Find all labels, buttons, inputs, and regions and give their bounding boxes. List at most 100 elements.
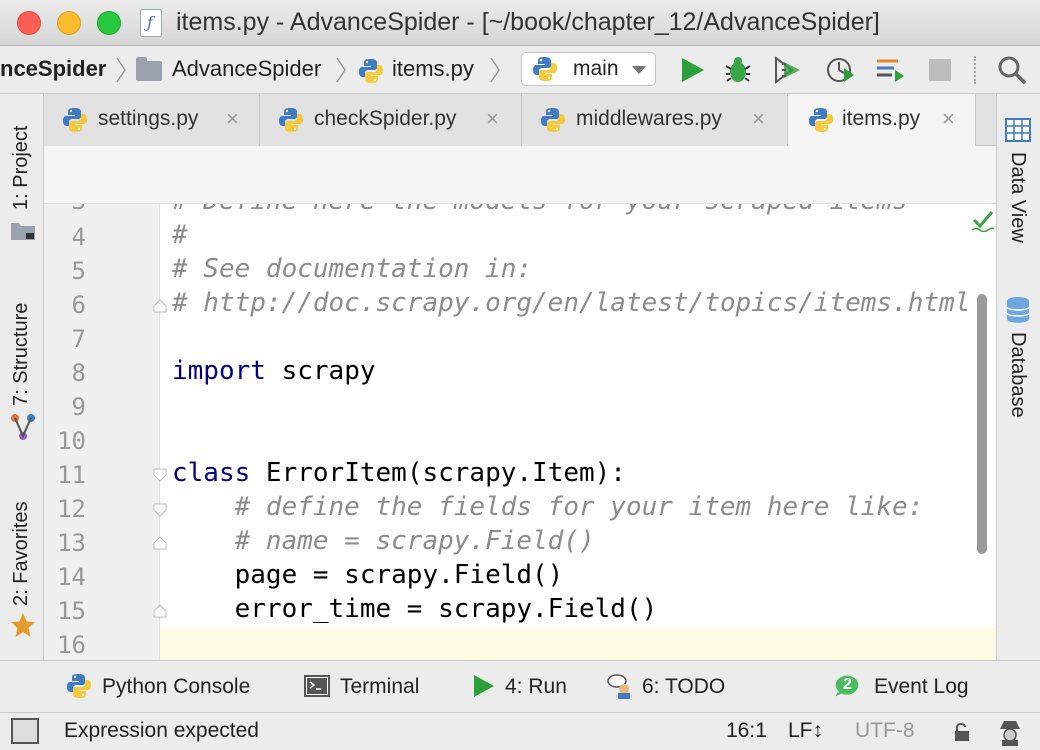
structure-tool-button[interactable]: 7: Structure [10,303,33,406]
code-text: ErrorItem(scrapy.Item): [250,458,626,488]
lock-icon[interactable] [952,721,972,743]
right-tool-window-bar: Data View Database [996,94,1040,660]
run-icon [474,675,494,697]
code-line-12: # define the fields for your item here l… [172,492,924,522]
data-view-icon [1005,118,1031,142]
left-tool-window-bar: 1: Project 7: Structure 2: Favorites [0,94,44,660]
stop-icon[interactable] [924,54,956,86]
editor-tabs: settings.py × checkSpider.py × middlewar… [44,94,996,146]
line-number: 8 [71,359,86,387]
code-editor[interactable]: 3 4 5 6 7 8 9 10 11 12 13 14 15 16 # Def… [44,204,996,660]
code-line-5: # See documentation in: [172,254,533,284]
terminal-tool-button[interactable]: Terminal [340,675,419,699]
file-icon: ƒ [140,9,162,37]
todo-tool-button[interactable]: 6: TODO [642,675,725,699]
run-configuration-label: main [573,57,619,80]
line-number: 3 [44,204,86,215]
code-line-3: # Define here the models for your scrape… [172,204,908,216]
fold-end-icon[interactable] [152,535,168,551]
status-message: Expression expected [64,719,259,742]
project-tool-button[interactable]: 1: Project [10,126,33,210]
line-number: 13 [57,529,86,557]
close-tab-icon[interactable]: × [752,106,765,132]
vertical-scrollbar[interactable] [977,294,987,554]
data-view-tool-button[interactable]: Data View [1006,152,1029,243]
python-icon [533,57,557,81]
chevron-right-icon [490,57,500,83]
breadcrumb-project[interactable]: AdvanceSpider [172,56,321,82]
folder-icon [136,57,162,81]
encoding-select[interactable]: UTF-8 [855,719,915,743]
tool-windows-toggle-icon[interactable] [10,717,40,745]
window-title: items.py - AdvanceSpider - [~/book/chapt… [176,8,880,36]
line-number: 14 [57,563,86,591]
fold-start-icon[interactable] [152,467,168,483]
close-window-button[interactable] [17,11,41,35]
chevron-down-icon [632,66,646,74]
caret-position[interactable]: 16:1 [726,719,767,743]
fold-start-icon[interactable] [152,502,168,518]
project-folder-icon [11,223,35,240]
chevron-right-icon [116,57,126,83]
line-number: 6 [71,291,86,319]
run-concurrency-icon[interactable] [874,54,906,86]
code-line-11: class ErrorItem(scrapy.Item): [172,458,626,488]
run-icon[interactable] [676,54,708,86]
tab-settings-py[interactable]: settings.py × [44,94,260,146]
python-file-icon [63,108,87,132]
line-number: 16 [57,631,86,659]
python-file-icon [541,108,565,132]
editor-breadcrumb-bar [44,146,996,204]
run-configuration-select[interactable]: main [521,52,656,86]
close-tab-icon[interactable]: × [942,106,955,132]
structure-icon [11,414,35,440]
terminal-icon [304,675,330,697]
inspection-ok-icon[interactable] [971,208,995,232]
code-line-15: error_time = scrapy.Field() [172,594,658,624]
tab-label: middlewares.py [576,107,722,130]
profile-icon[interactable] [824,54,856,86]
tab-middlewares-py[interactable]: middlewares.py × [522,94,788,146]
toolbar-divider [974,56,976,84]
event-log-tool-button[interactable]: Event Log [874,675,969,699]
todo-icon [607,674,630,699]
close-tab-icon[interactable]: × [486,106,499,132]
tab-label: checkSpider.py [314,107,457,130]
tab-items-py[interactable]: items.py × [788,94,976,146]
tab-label: items.py [842,107,921,130]
code-line-4: # [172,220,188,250]
breadcrumb-file[interactable]: items.py [392,56,474,82]
line-number: 12 [57,495,86,523]
coverage-icon[interactable] [772,54,804,86]
database-icon [1006,297,1030,323]
debug-icon[interactable] [722,54,754,86]
search-icon[interactable] [996,54,1028,86]
chevron-right-icon [336,57,346,83]
favorites-tool-button[interactable]: 2: Favorites [10,502,33,606]
keyword-class: class [172,458,251,488]
line-number: 7 [71,325,86,353]
maximize-window-button[interactable] [97,11,121,35]
run-tool-button[interactable]: 4: Run [505,675,567,699]
code-line-14: page = scrapy.Field() [172,560,564,590]
status-bar: Expression expected 16:1 LF↕ UTF-8 [0,712,1040,750]
fold-end-icon[interactable] [152,298,168,314]
line-number: 5 [71,257,86,285]
star-icon [11,613,35,637]
inspector-icon[interactable] [996,717,1024,747]
tab-label: settings.py [98,107,199,130]
line-number-gutter: 3 4 5 6 7 8 9 10 11 12 13 14 15 16 [44,204,160,660]
database-tool-button[interactable]: Database [1006,332,1029,418]
tab-checkspider-py[interactable]: checkSpider.py × [260,94,522,146]
breadcrumb-project-root[interactable]: nceSpider [0,56,106,82]
minimize-window-button[interactable] [57,11,81,35]
close-tab-icon[interactable]: × [226,106,239,132]
line-number: 11 [57,461,86,489]
fold-end-icon[interactable] [152,603,168,619]
python-console-tool-button[interactable]: Python Console [102,675,250,699]
navigation-bar: nceSpider AdvanceSpider items.py main [0,46,1040,94]
python-file-icon [809,108,833,132]
line-separator-select[interactable]: LF↕ [788,719,823,743]
python-file-icon [359,59,383,83]
code-line-8: import scrapy [172,356,376,386]
